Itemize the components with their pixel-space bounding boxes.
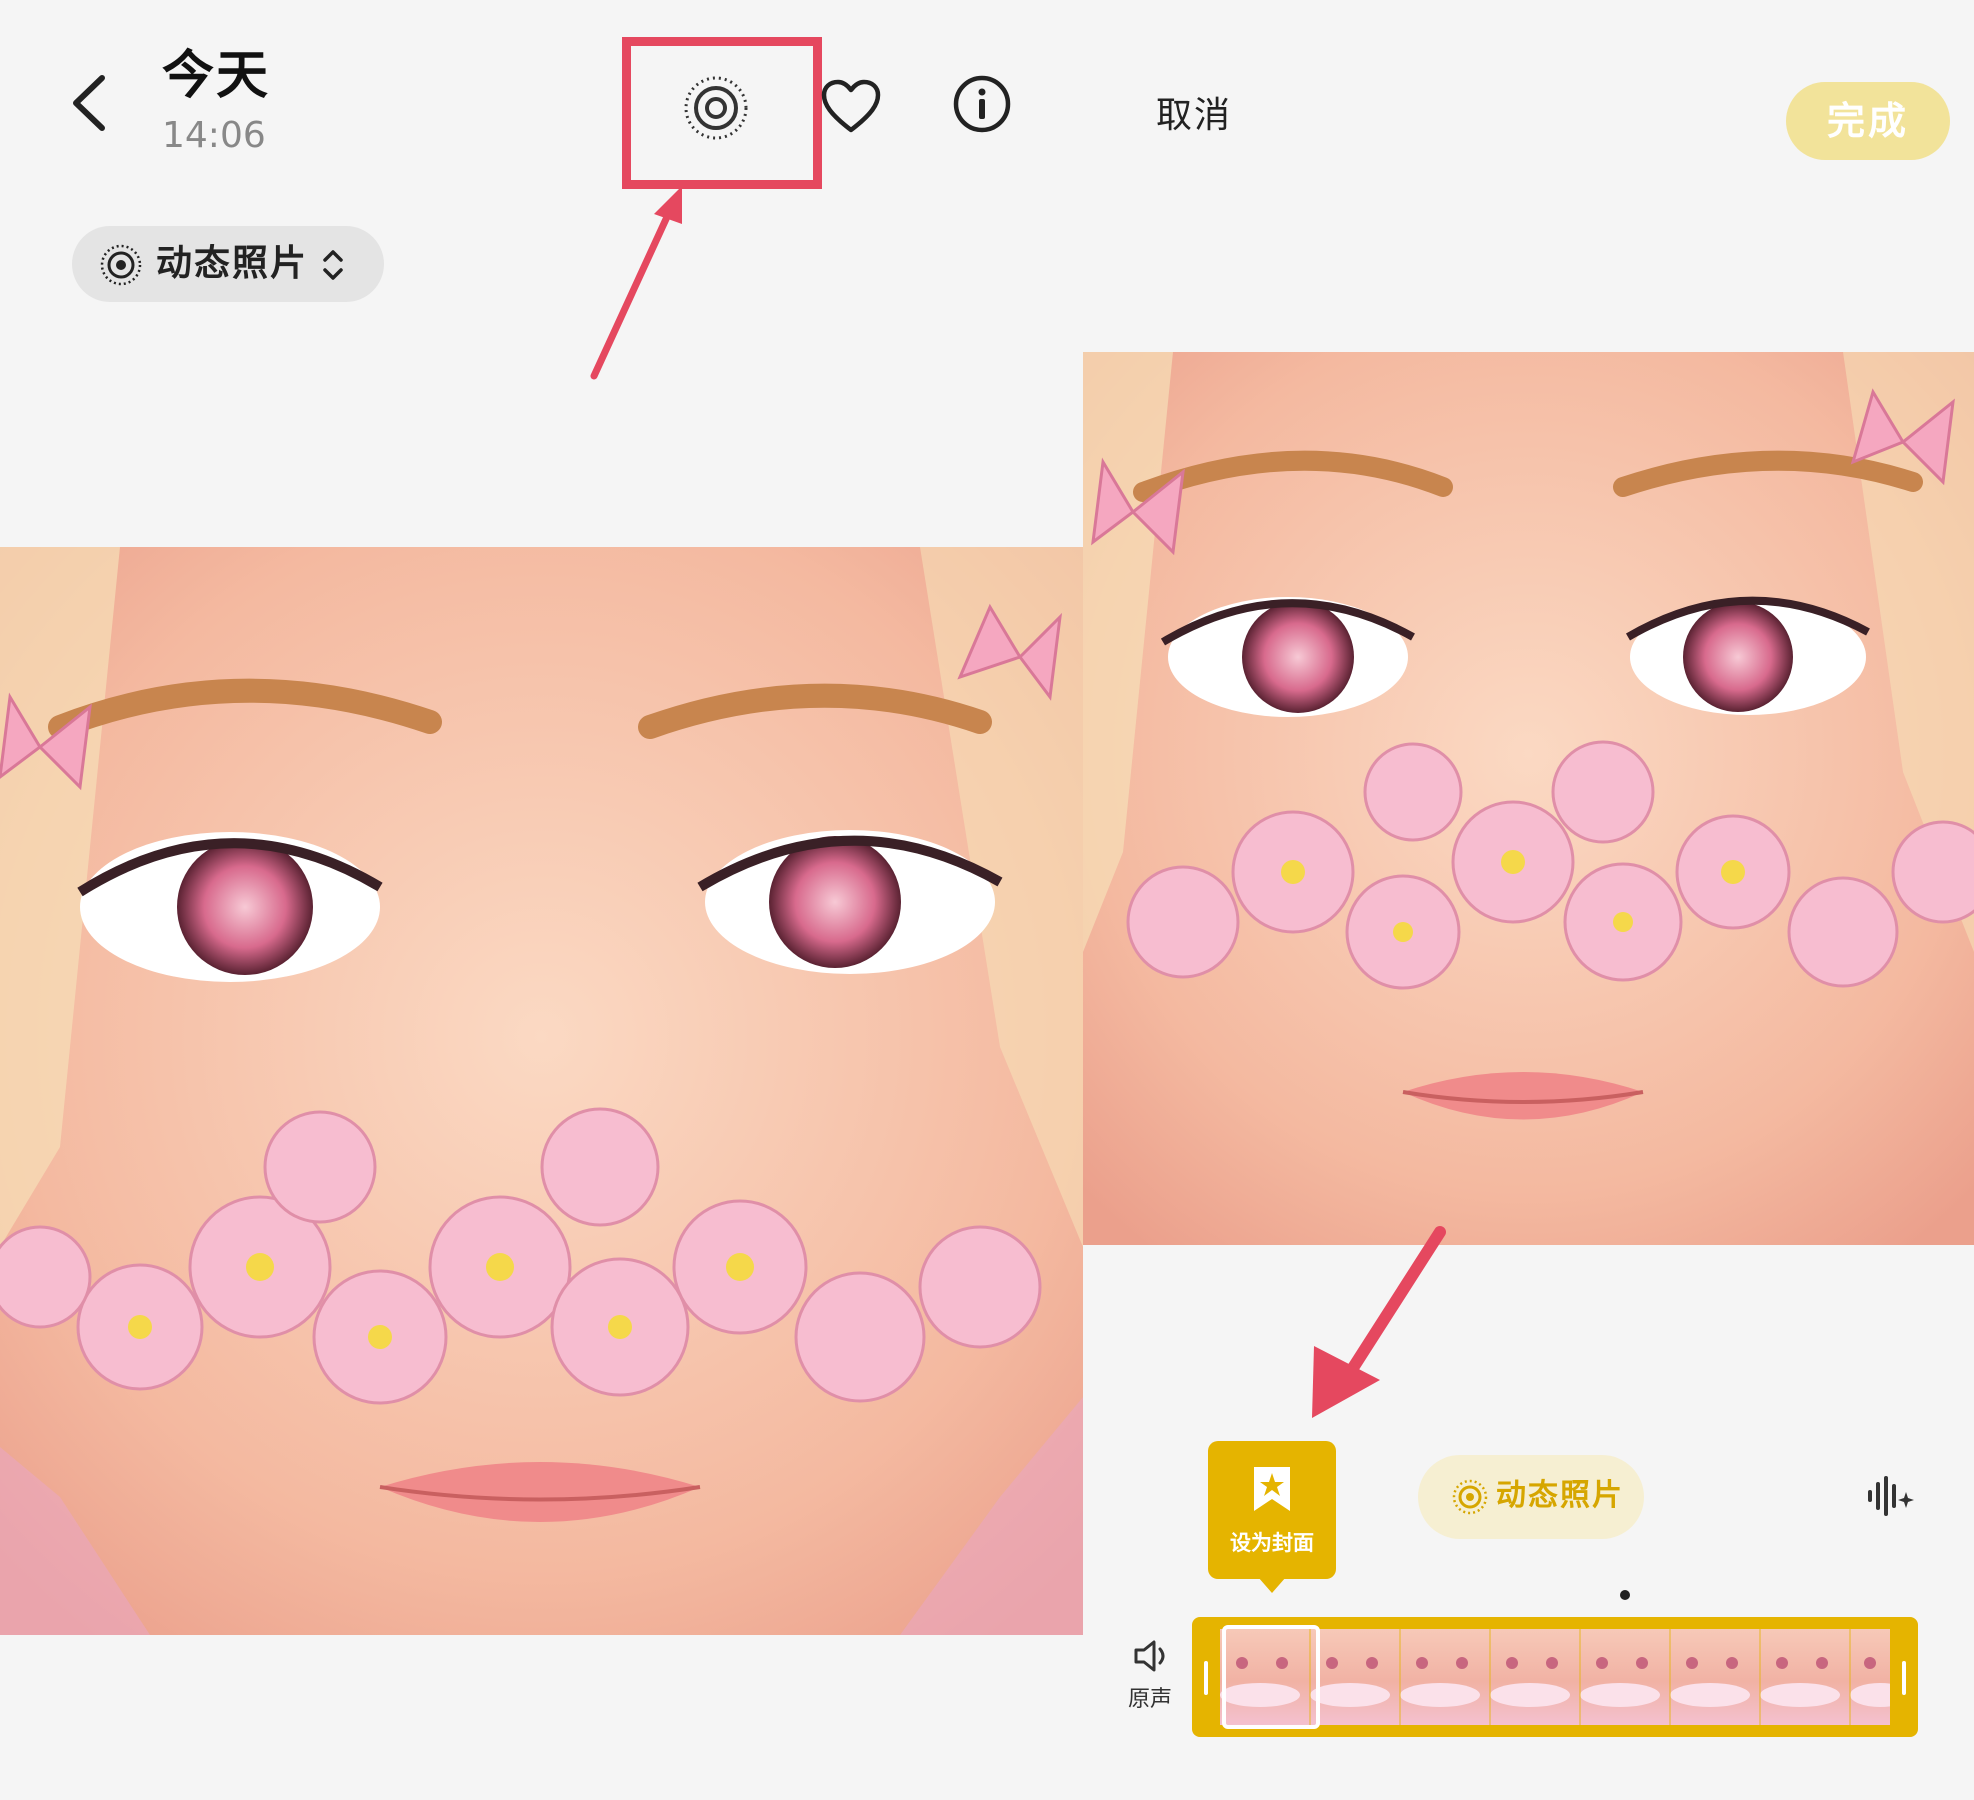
- live-chip-label: 动态照片: [1496, 1478, 1624, 1513]
- live-photo-mode-pill[interactable]: 动态照片: [72, 226, 384, 302]
- live-photo-chip[interactable]: 动态照片: [1418, 1455, 1644, 1539]
- back-chevron-icon[interactable]: [66, 72, 116, 134]
- bookmark-star-icon: [1250, 1463, 1294, 1515]
- audio-wave-icon[interactable]: [1866, 1474, 1916, 1518]
- arrow-up-annotation: [590, 186, 682, 380]
- live-photo-icon: [100, 244, 142, 286]
- playhead-dot: [1620, 1590, 1630, 1600]
- timeline-right-handle[interactable]: [1902, 1661, 1906, 1695]
- tag-pointer: [1258, 1577, 1286, 1593]
- timestamp: 14:06: [162, 115, 266, 156]
- timeline-left-handle[interactable]: [1204, 1661, 1208, 1695]
- live-pill-label: 动态照片: [156, 243, 309, 284]
- set-cover-button[interactable]: 设为封面: [1208, 1441, 1336, 1593]
- live-photo-icon: [1452, 1479, 1488, 1515]
- arrow-down-annotation: [1312, 1226, 1446, 1418]
- frame-strip: [1220, 1629, 1890, 1725]
- up-down-chevron-icon: [318, 244, 348, 286]
- done-button[interactable]: 完成: [1786, 82, 1950, 160]
- sound-label: 原声: [1128, 1687, 1173, 1712]
- highlight-box: [622, 37, 822, 189]
- timeline-frames: [1220, 1629, 1890, 1725]
- frame-timeline[interactable]: [1192, 1617, 1918, 1737]
- info-icon[interactable]: [952, 74, 1012, 134]
- set-cover-label: 设为封面: [1230, 1531, 1314, 1555]
- speaker-icon[interactable]: [1132, 1638, 1172, 1674]
- selected-cover-frame[interactable]: [1222, 1625, 1320, 1729]
- cancel-button[interactable]: 取消: [1156, 94, 1232, 138]
- photo-preview: [0, 547, 1083, 1635]
- heart-icon[interactable]: [820, 78, 882, 136]
- page-title: 今天: [162, 46, 271, 106]
- edit-photo-preview: [1083, 352, 1974, 1245]
